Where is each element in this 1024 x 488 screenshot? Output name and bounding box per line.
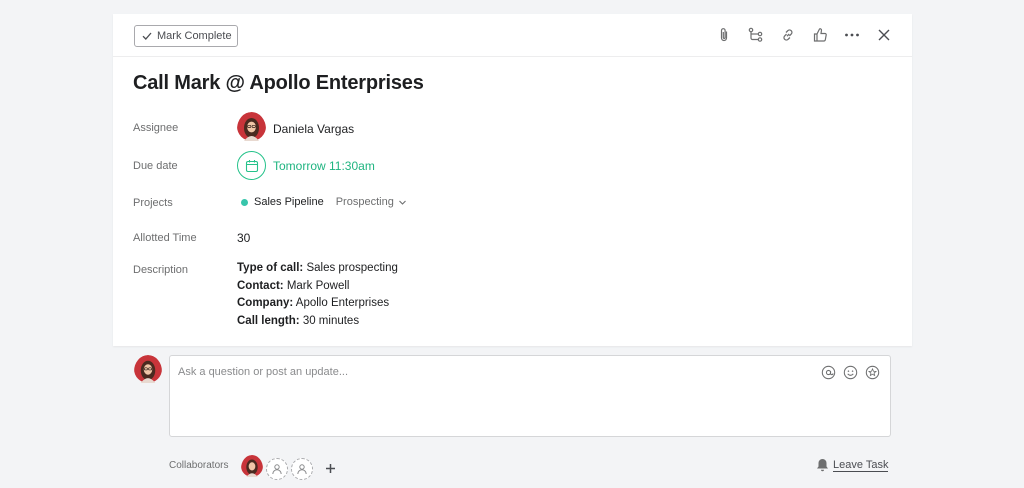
task-detail-pane: Mark Complete Call Mark @ Apollo Enterpr… xyxy=(113,14,912,346)
mark-complete-button[interactable]: Mark Complete xyxy=(134,25,238,47)
projects-label: Projects xyxy=(133,197,173,209)
due-date-field[interactable]: Tomorrow 11:30am xyxy=(237,151,375,180)
assignee-name: Daniela Vargas xyxy=(273,122,355,136)
chevron-down-icon xyxy=(398,200,406,205)
collaborators-list xyxy=(241,455,338,482)
mark-complete-label: Mark Complete xyxy=(157,30,232,42)
empty-collaborator-icon[interactable] xyxy=(266,457,288,480)
leave-task-label: Leave Task xyxy=(833,458,889,472)
description-line: Type of call: Sales prospecting xyxy=(237,262,398,274)
allotted-time-label: Allotted Time xyxy=(133,232,197,244)
star-icon[interactable] xyxy=(864,364,880,380)
description-line: Call length: 30 minutes xyxy=(237,315,360,328)
collaborator-avatar[interactable] xyxy=(241,455,263,482)
project-name[interactable]: Sales Pipeline xyxy=(254,196,324,208)
allotted-time-value[interactable]: 30 xyxy=(237,231,250,245)
assignee-field[interactable]: Daniela Vargas xyxy=(237,112,354,146)
description-line: Company: Apollo Enterprises xyxy=(237,297,390,310)
description-line: Contact: Mark Powell xyxy=(237,279,350,292)
comment-author-avatar xyxy=(134,355,162,388)
checkmark-icon xyxy=(142,32,152,40)
avatar xyxy=(237,112,266,146)
empty-collaborator-icon[interactable] xyxy=(291,457,313,480)
description-label: Description xyxy=(133,264,189,276)
project-section-label: Prospecting xyxy=(335,196,394,208)
project-color-dot xyxy=(241,198,248,206)
comment-input[interactable]: Ask a question or post an update... xyxy=(169,355,891,437)
emoji-icon[interactable] xyxy=(842,364,858,380)
calendar-icon xyxy=(237,151,266,180)
link-icon[interactable] xyxy=(778,24,798,46)
description-text[interactable]: Type of call: Sales prospecting Contact:… xyxy=(237,260,398,331)
add-collaborator-plus-icon[interactable] xyxy=(322,461,338,477)
bell-icon xyxy=(817,459,828,472)
more-icon[interactable] xyxy=(842,24,862,46)
due-date-value: Tomorrow 11:30am xyxy=(273,158,375,173)
toolbar-actions xyxy=(714,24,894,46)
projects-field: Sales Pipeline Prospecting xyxy=(241,196,407,208)
paperclip-icon[interactable] xyxy=(714,24,734,46)
comment-placeholder: Ask a question or post an update... xyxy=(178,366,349,378)
project-section-dropdown[interactable]: Prospecting xyxy=(336,196,407,208)
due-date-label: Due date xyxy=(133,160,178,172)
task-title[interactable]: Call Mark @ Apollo Enterprises xyxy=(133,72,424,95)
close-icon[interactable] xyxy=(874,24,894,46)
collaborators-label: Collaborators xyxy=(169,460,229,471)
at-mention-icon[interactable] xyxy=(820,364,836,380)
leave-task-button[interactable]: Leave Task xyxy=(816,458,889,472)
task-toolbar: Mark Complete xyxy=(113,14,912,57)
like-icon[interactable] xyxy=(810,24,830,46)
comment-tools xyxy=(820,364,880,380)
assignee-label: Assignee xyxy=(133,122,179,134)
subtask-icon[interactable] xyxy=(746,24,766,46)
